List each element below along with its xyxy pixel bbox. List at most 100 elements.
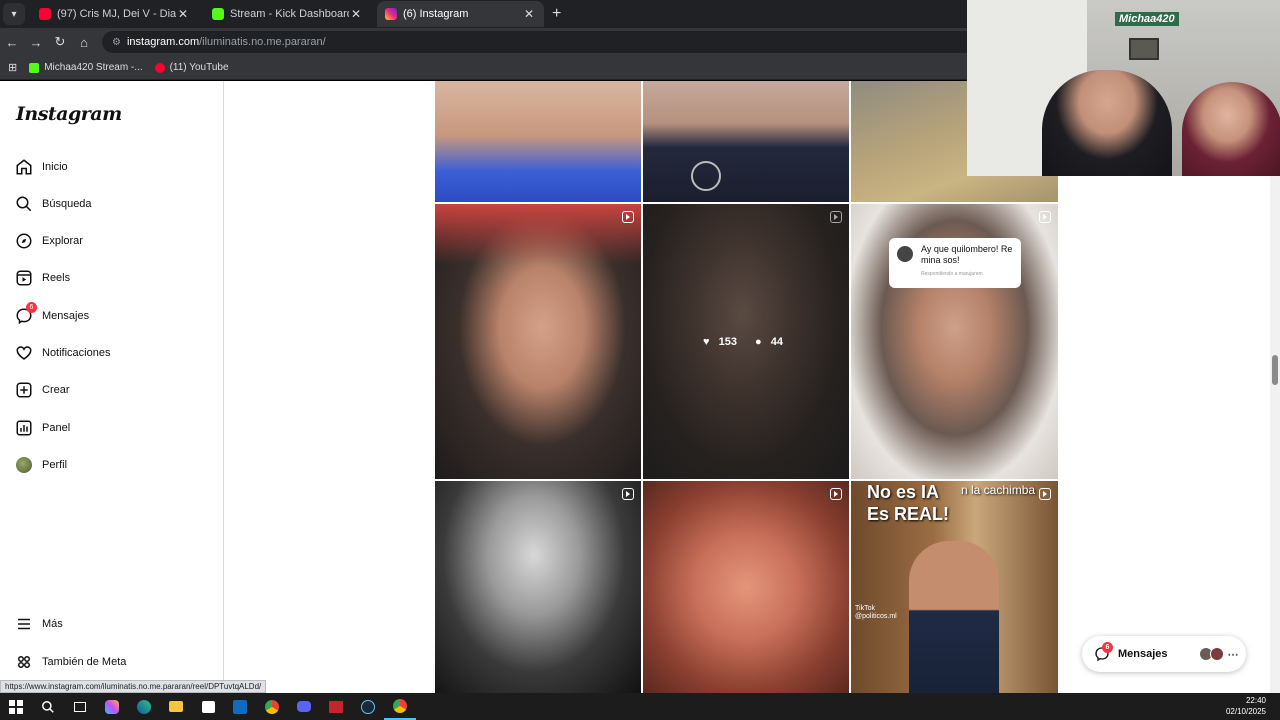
streamer-name-label: Michaa420 (1115, 12, 1179, 26)
sidebar-item-inicio[interactable]: Inicio (14, 152, 214, 182)
sidebar-item-label: Reels (42, 272, 71, 284)
instagram-favicon-icon (385, 8, 397, 20)
sidebar-item-label: Notificaciones (42, 347, 111, 359)
new-tab-icon[interactable]: + (552, 5, 561, 23)
discord-icon[interactable] (288, 693, 320, 720)
comment-reply-to: Respondiendo a marujarem (921, 271, 983, 277)
edge-icon[interactable] (128, 693, 160, 720)
status-bar-url: https://www.instagram.com/iluminatis.no.… (0, 680, 267, 693)
close-tab-icon[interactable]: ✕ (522, 7, 536, 21)
chrome-active-icon[interactable] (384, 693, 416, 720)
url-host: instagram.com (126, 36, 200, 48)
outlook-icon[interactable] (224, 693, 256, 720)
sidebar-item-reels[interactable]: Reels (14, 263, 214, 293)
back-icon[interactable]: ← (0, 35, 24, 50)
messages-badge: 6 (26, 302, 37, 313)
likes-stat: ♥ 153 (703, 335, 737, 348)
sidebar-item-label: Mensajes (42, 310, 90, 322)
comment-reply-overlay: Ay que quilombero! Re mina sos! Respondi… (889, 238, 1021, 288)
copilot-icon[interactable] (96, 693, 128, 720)
windows-start-icon[interactable] (0, 693, 32, 720)
youtube-favicon-icon (39, 8, 51, 20)
sidebar-item-label: Explorar (42, 235, 83, 247)
sidebar-item-explorar[interactable]: Explorar (14, 226, 214, 256)
url-path: /iluminatis.no.me.pararan/ (199, 36, 326, 48)
sidebar-item-label: Más (42, 618, 63, 630)
scrollbar-thumb[interactable] (1272, 355, 1278, 385)
browser-tab-kick[interactable]: Stream - Kick Dashboard ✕ (204, 1, 371, 27)
close-tab-icon[interactable]: ✕ (176, 7, 190, 21)
reload-icon[interactable]: ↻ (48, 34, 72, 50)
steam-icon[interactable] (352, 693, 384, 720)
forward-icon[interactable]: → (24, 35, 48, 50)
reel-caption: No es IA Es REAL! (867, 482, 950, 524)
reel-thumbnail[interactable] (435, 481, 641, 693)
tab-search-button[interactable]: ▾ (3, 3, 25, 25)
clock-date: 02/10/2025 (1225, 707, 1266, 716)
apps-grid-icon[interactable]: ⊞ (8, 61, 17, 74)
compass-icon (14, 231, 34, 251)
close-tab-icon[interactable]: ✕ (349, 7, 363, 21)
sidebar-item-meta[interactable]: También de Meta (14, 647, 214, 677)
file-explorer-icon[interactable] (160, 693, 192, 720)
address-bar[interactable]: ⚙ instagram.com/iluminatis.no.me.pararan… (102, 31, 982, 53)
bookmark-kick[interactable]: Michaa420 Stream -... (29, 62, 143, 73)
reels-icon (14, 268, 34, 288)
site-info-icon[interactable]: ⚙ (112, 37, 121, 48)
reel-thumbnail[interactable]: ♥ 153 ● 44 (643, 204, 849, 479)
sidebar-item-label: Crear (42, 384, 70, 396)
sidebar-item-panel[interactable]: Panel (14, 413, 214, 443)
reel-icon (1039, 488, 1051, 500)
store-icon[interactable] (192, 693, 224, 720)
bookmark-label: (11) YouTube (169, 62, 229, 73)
sidebar-item-busqueda[interactable]: Búsqueda (14, 189, 214, 219)
sidebar-item-label: También de Meta (42, 656, 127, 668)
chrome-icon[interactable] (256, 693, 288, 720)
reel-caption-secondary: n la cachimba (961, 483, 1036, 497)
instagram-logo[interactable]: Instagram (16, 103, 122, 125)
reel-thumbnail[interactable] (435, 204, 641, 479)
sidebar-item-mensajes[interactable]: 6 Mensajes (14, 301, 214, 331)
browser-tab-instagram[interactable]: (6) Instagram ✕ (377, 1, 544, 27)
reel-thumbnail[interactable]: No es IA Es REAL! n la cachimba TikTok @… (851, 481, 1058, 693)
reel-thumbnail[interactable] (643, 481, 849, 693)
hover-stats-overlay: ♥ 153 ● 44 (643, 204, 849, 479)
tab-title: (6) Instagram (403, 8, 469, 20)
reels-grid: ♥ 153 ● 44 Ay que quilombero! Re mina so… (435, 81, 1058, 693)
sidebar-item-mas[interactable]: Más (14, 609, 214, 639)
messenger-icon: 6 (14, 302, 37, 326)
commenter-avatar (897, 246, 913, 262)
reel-thumbnail[interactable] (435, 81, 641, 202)
messages-floating-button[interactable]: 6 Mensajes ⋯ (1082, 636, 1246, 672)
heart-icon (14, 343, 34, 363)
soccer-ball-logo-icon (691, 161, 721, 191)
task-view-icon[interactable] (64, 693, 96, 720)
sidebar-item-label: Búsqueda (42, 198, 92, 210)
reel-thumbnail[interactable]: Ay que quilombero! Re mina sos! Respondi… (851, 204, 1058, 479)
tiktok-watermark: TikTok @politicos.ml (855, 605, 897, 620)
sidebar-item-label: Perfil (42, 459, 68, 471)
comments-count: 44 (770, 335, 783, 348)
reel-icon (1039, 211, 1051, 223)
reel-icon (622, 211, 634, 223)
search-icon[interactable] (32, 693, 64, 720)
tab-title: Stream - Kick Dashboard (230, 8, 349, 20)
system-clock[interactable]: 22:40 02/10/2025 (1226, 695, 1266, 717)
chart-icon (14, 418, 34, 438)
bookmark-youtube[interactable]: (11) YouTube (154, 62, 229, 73)
messages-pill-badge: 6 (1102, 642, 1113, 653)
sidebar-item-crear[interactable]: Crear (14, 375, 214, 405)
avatar (1209, 647, 1224, 661)
voicemeeter-icon[interactable] (320, 693, 352, 720)
reel-thumbnail[interactable] (643, 81, 849, 202)
sidebar-item-notificaciones[interactable]: Notificaciones (14, 338, 214, 368)
sidebar: Instagram Inicio Búsqueda Explorar Reels… (0, 81, 224, 693)
webcam-overlay: Michaa420 (967, 0, 1280, 176)
comments-stat: ● 44 (755, 335, 783, 348)
browser-tab-youtube[interactable]: (97) Cris MJ, Dei V - Diabólica (V ✕ (31, 1, 198, 27)
threads-icon (14, 652, 34, 672)
sidebar-item-perfil[interactable]: Perfil (14, 450, 214, 480)
plus-square-icon (14, 380, 34, 400)
tab-title: (97) Cris MJ, Dei V - Diabólica (V (57, 8, 176, 20)
home-icon[interactable]: ⌂ (72, 35, 96, 50)
